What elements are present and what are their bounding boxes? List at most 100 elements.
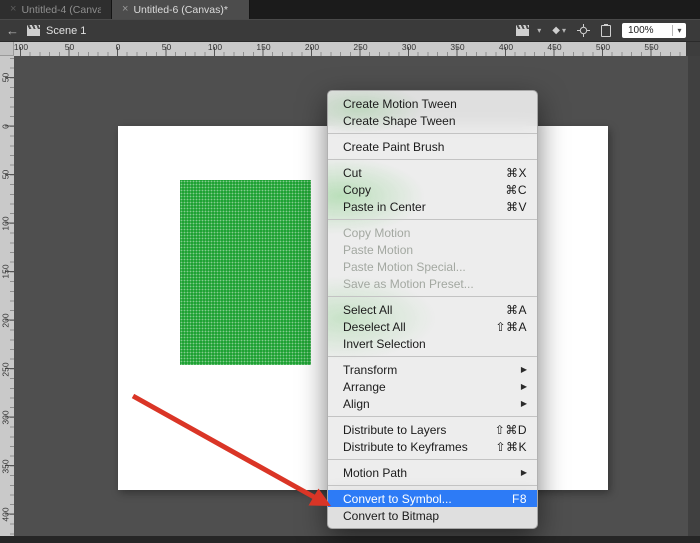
menu-separator [328, 459, 537, 460]
menu-item-label: Paste in Center [343, 200, 506, 214]
menu-item-copy[interactable]: Copy⌘C [328, 181, 537, 198]
ruler-label: 150 [1, 261, 12, 283]
edit-scene-button[interactable]: ▾ [516, 25, 541, 36]
ruler-label: 100 [1, 212, 12, 234]
menu-shortcut: ⌘V [506, 200, 527, 214]
menu-separator [328, 159, 537, 160]
menu-item-label: Convert to Bitmap [343, 509, 527, 523]
menu-item-paste-in-center[interactable]: Paste in Center⌘V [328, 198, 537, 215]
zoom-select[interactable]: 100% ▾ [622, 23, 686, 38]
menu-item-label: Deselect All [343, 320, 495, 334]
ruler-label: 50 [65, 42, 74, 52]
menu-item-label: Select All [343, 303, 506, 317]
ruler-label: 200 [1, 310, 12, 332]
tab-untitled-4[interactable]: × Untitled-4 (Canvas)* [0, 0, 112, 19]
ruler-label: 500 [596, 42, 610, 52]
menu-item-motion-path[interactable]: Motion Path▶ [328, 464, 537, 481]
ruler-label: 100 [14, 42, 28, 52]
menu-item-label: Distribute to Layers [343, 423, 495, 437]
menu-item-paste-motion: Paste Motion [328, 241, 537, 258]
back-arrow-button[interactable]: ← [0, 23, 27, 38]
ruler-label: 450 [547, 42, 561, 52]
ruler-label: 300 [1, 407, 12, 429]
menu-shortcut: ⌘A [506, 303, 527, 317]
ruler-label: 300 [402, 42, 416, 52]
horizontal-scrollbar[interactable] [0, 536, 700, 543]
ruler-label: 50 [1, 67, 12, 89]
chevron-down-icon: ▾ [562, 26, 566, 35]
menu-item-transform[interactable]: Transform▶ [328, 361, 537, 378]
submenu-arrow-icon: ▶ [521, 468, 527, 477]
ruler-label: 0 [1, 115, 12, 137]
ruler-label: 150 [256, 42, 270, 52]
menu-shortcut: ⌘C [505, 183, 527, 197]
ruler-label: 400 [499, 42, 513, 52]
center-frame-button[interactable] [577, 24, 590, 37]
menu-item-label: Paste Motion [343, 243, 527, 257]
menu-item-label: Copy Motion [343, 226, 527, 240]
menu-item-convert-to-symbol[interactable]: Convert to Symbol...F8 [328, 490, 537, 507]
ruler-label: 100 [208, 42, 222, 52]
ruler-label: 400 [1, 504, 12, 526]
tab-label: Untitled-4 (Canvas)* [21, 4, 101, 16]
menu-item-paste-motion-special: Paste Motion Special... [328, 258, 537, 275]
ruler-label: 200 [305, 42, 319, 52]
edit-symbols-button[interactable]: ◆ ▾ [552, 25, 566, 36]
close-icon[interactable]: × [10, 4, 16, 15]
chevron-down-icon: ▾ [673, 26, 686, 35]
menu-item-create-paint-brush[interactable]: Create Paint Brush [328, 138, 537, 155]
scene-icon [27, 25, 40, 36]
submenu-arrow-icon: ▶ [521, 365, 527, 374]
close-icon[interactable]: × [122, 4, 128, 15]
ruler-corner [0, 42, 14, 56]
menu-item-align[interactable]: Align▶ [328, 395, 537, 412]
clipboard-button[interactable] [601, 25, 611, 37]
menu-item-label: Motion Path [343, 466, 521, 480]
edit-bar-controls: ▾ ◆ ▾ 100% ▾ [516, 20, 686, 41]
menu-item-label: Align [343, 397, 521, 411]
menu-separator [328, 133, 537, 134]
symbol-icon: ◆ [552, 25, 560, 36]
ruler-label: 250 [353, 42, 367, 52]
menu-item-copy-motion: Copy Motion [328, 224, 537, 241]
menu-item-label: Create Motion Tween [343, 97, 527, 111]
menu-item-save-as-motion-preset: Save as Motion Preset... [328, 275, 537, 292]
menu-item-create-motion-tween[interactable]: Create Motion Tween [328, 95, 537, 112]
menu-item-distribute-to-keyframes[interactable]: Distribute to Keyframes⇧⌘K [328, 438, 537, 455]
crosshair-icon [577, 24, 590, 37]
menu-item-label: Copy [343, 183, 505, 197]
menu-separator [328, 485, 537, 486]
menu-item-label: Arrange [343, 380, 521, 394]
menu-shortcut: ⌘X [506, 166, 527, 180]
menu-item-deselect-all[interactable]: Deselect All⇧⌘A [328, 318, 537, 335]
document-tab-bar: × Untitled-4 (Canvas)* × Untitled-6 (Can… [0, 0, 700, 19]
ruler-label: 350 [1, 455, 12, 477]
ruler-label: 250 [1, 358, 12, 380]
tab-untitled-6[interactable]: × Untitled-6 (Canvas)* [112, 0, 250, 19]
stage-shape[interactable] [180, 180, 311, 365]
ruler-label: 0 [116, 42, 121, 52]
ruler-label: 550 [644, 42, 658, 52]
menu-shortcut: ⇧⌘D [495, 423, 527, 437]
menu-shortcut: F8 [512, 492, 527, 506]
menu-item-label: Create Shape Tween [343, 114, 527, 128]
menu-shortcut: ⇧⌘A [495, 320, 527, 334]
vertical-scrollbar[interactable] [688, 56, 700, 536]
menu-item-label: Paste Motion Special... [343, 260, 527, 274]
context-menu: Create Motion Tween Create Shape Tween Cre… [327, 90, 538, 529]
menu-shortcut: ⇧⌘K [495, 440, 527, 454]
edit-scene-icon [516, 25, 529, 36]
ruler-label: 350 [450, 42, 464, 52]
submenu-arrow-icon: ▶ [521, 399, 527, 408]
menu-item-convert-to-bitmap[interactable]: Convert to Bitmap [328, 507, 537, 524]
menu-item-invert-selection[interactable]: Invert Selection [328, 335, 537, 352]
menu-item-arrange[interactable]: Arrange▶ [328, 378, 537, 395]
chevron-down-icon: ▾ [537, 26, 541, 35]
menu-item-create-shape-tween[interactable]: Create Shape Tween [328, 112, 537, 129]
tab-label: Untitled-6 (Canvas)* [133, 4, 228, 16]
menu-item-label: Convert to Symbol... [343, 492, 512, 506]
scene-breadcrumb[interactable]: Scene 1 [46, 25, 86, 37]
menu-item-distribute-to-layers[interactable]: Distribute to Layers⇧⌘D [328, 421, 537, 438]
menu-item-select-all[interactable]: Select All⌘A [328, 301, 537, 318]
menu-item-cut[interactable]: Cut⌘X [328, 164, 537, 181]
